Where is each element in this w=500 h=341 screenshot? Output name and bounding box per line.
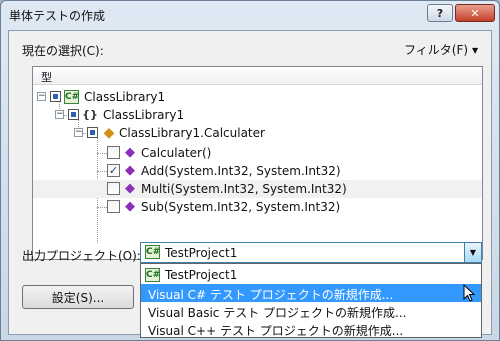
dropdown-option-selected[interactable]: Visual C# テスト プロジェクトの新規作成... (141, 283, 481, 302)
tree-column-header[interactable]: 型 (33, 67, 482, 85)
csharp-project-icon: C# (145, 245, 161, 259)
window-title: 単体テストの作成 (9, 9, 106, 23)
method-checkbox[interactable] (107, 146, 120, 159)
tree-row-method[interactable]: ◆ Multi(System.Int32, System.Int32) (33, 180, 482, 198)
dialog-client-area: 現在の選択(C): フィルタ(F) ▼ 型 − C# ClassLibrary1… (8, 30, 492, 338)
method-checkbox-checked[interactable]: ✓ (107, 164, 120, 177)
help-button[interactable]: ? (427, 4, 453, 22)
class-icon: ◆ (103, 125, 115, 141)
method-checkbox[interactable] (107, 200, 120, 213)
collapse-icon[interactable]: − (37, 92, 46, 101)
tree-row-project[interactable]: − C# ClassLibrary1 (33, 88, 482, 106)
tree-row-method[interactable]: ◆ Sub(System.Int32, System.Int32) (33, 198, 482, 216)
dropdown-option-label: Visual Basic テスト プロジェクトの新規作成... (148, 306, 407, 320)
tree-row-class[interactable]: − ◆ ClassLibrary1.Calculater (33, 124, 482, 142)
dropdown-option-label: Visual C++ テスト プロジェクトの新規作成... (148, 324, 404, 338)
partial-check-box[interactable] (68, 109, 79, 120)
collapse-icon[interactable]: − (55, 110, 64, 119)
tree-item-label: ClassLibrary1 (84, 90, 166, 104)
tree-item-label: Multi(System.Int32, System.Int32) (141, 182, 347, 196)
namespace-icon: {} (82, 108, 98, 121)
tree-item-label: ClassLibrary1 (103, 108, 185, 122)
dialog-window: 単体テストの作成 ? ✕ 現在の選択(C): フィルタ(F) ▼ 型 − C# … (0, 0, 500, 341)
dropdown-option[interactable]: Visual C++ テスト プロジェクトの新規作成... (141, 320, 481, 338)
csharp-project-icon: C# (145, 268, 161, 282)
type-column-label: 型 (41, 71, 52, 84)
tree-item-label: Add(System.Int32, System.Int32) (141, 164, 341, 178)
tree-item-label: ClassLibrary1.Calculater (119, 126, 265, 140)
title-bar[interactable]: 単体テストの作成 ? ✕ (1, 1, 499, 29)
partial-check-box[interactable] (50, 91, 61, 102)
method-icon: ◆ (125, 181, 135, 196)
method-checkbox[interactable] (107, 182, 120, 195)
tree-item-label: Sub(System.Int32, System.Int32) (141, 200, 341, 214)
tree-item-label: Calculater() (141, 146, 212, 160)
tree-row-namespace[interactable]: − {} ClassLibrary1 (33, 106, 482, 124)
filter-button[interactable]: フィルタ(F) ▼ (404, 41, 478, 58)
output-project-value: TestProject1 (165, 246, 238, 260)
chevron-down-icon: ▼ (472, 46, 479, 55)
dropdown-option-label: Visual C# テスト プロジェクトの新規作成... (148, 288, 394, 302)
type-tree[interactable]: 型 − C# ClassLibrary1 − {} ClassLibrary1 … (32, 66, 483, 260)
dropdown-option-label: TestProject1 (165, 268, 238, 282)
tree-row-method[interactable]: ◆ Calculater() (33, 144, 482, 162)
dropdown-arrow-icon[interactable]: ▼ (464, 243, 481, 262)
current-selection-label: 現在の選択(C): (22, 44, 104, 58)
output-project-dropdown-list: C# TestProject1 Visual C# テスト プロジェクトの新規作… (140, 263, 482, 338)
method-icon: ◆ (125, 145, 135, 160)
settings-button[interactable]: 設定(S)... (22, 285, 134, 309)
tree-row-method[interactable]: ✓ ◆ Add(System.Int32, System.Int32) (33, 162, 482, 180)
csharp-project-icon: C# (64, 90, 80, 104)
method-icon: ◆ (125, 163, 135, 178)
close-button[interactable]: ✕ (455, 4, 495, 22)
collapse-icon[interactable]: − (74, 128, 83, 137)
output-project-label: 出力プロジェクト(O): (22, 249, 141, 263)
method-icon: ◆ (125, 199, 135, 214)
dropdown-option[interactable]: C# TestProject1 (141, 266, 481, 284)
dropdown-option[interactable]: Visual Basic テスト プロジェクトの新規作成... (141, 302, 481, 320)
partial-check-box[interactable] (87, 127, 98, 138)
output-project-combobox[interactable]: C# TestProject1 ▼ (140, 242, 482, 263)
filter-label: フィルタ(F) (404, 43, 469, 57)
